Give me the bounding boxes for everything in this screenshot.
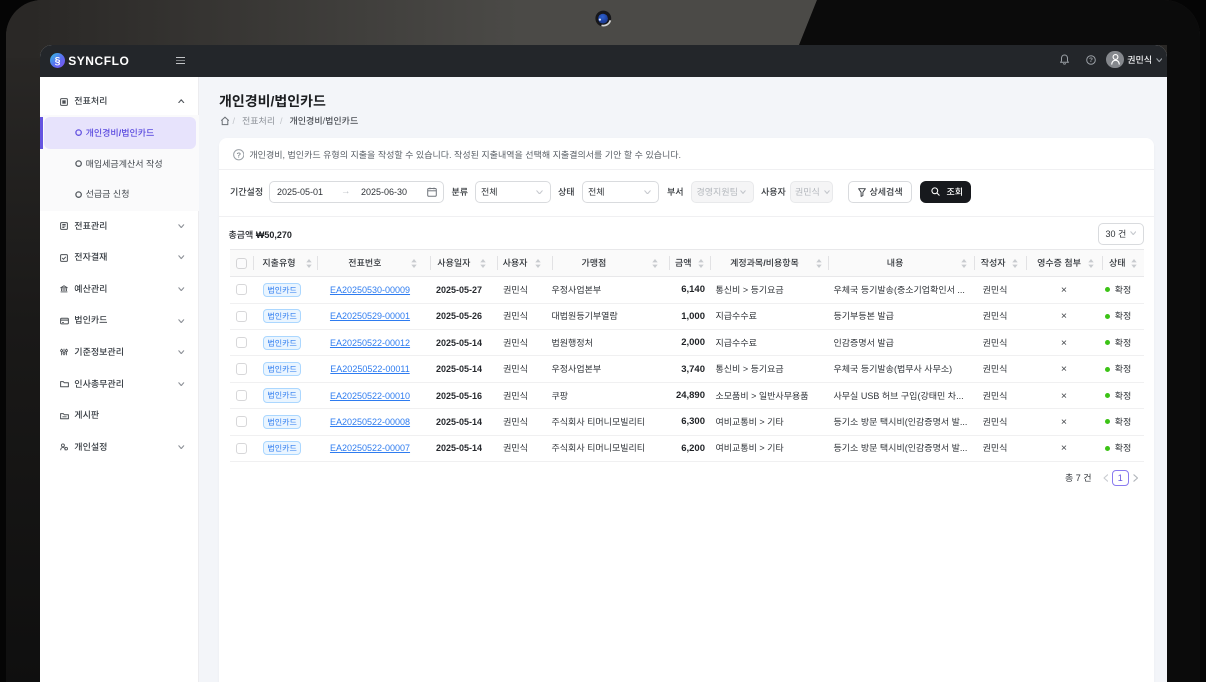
svg-text:?: ? bbox=[236, 151, 241, 160]
svg-text:§: § bbox=[55, 55, 61, 67]
svg-text:?: ? bbox=[1089, 57, 1093, 64]
